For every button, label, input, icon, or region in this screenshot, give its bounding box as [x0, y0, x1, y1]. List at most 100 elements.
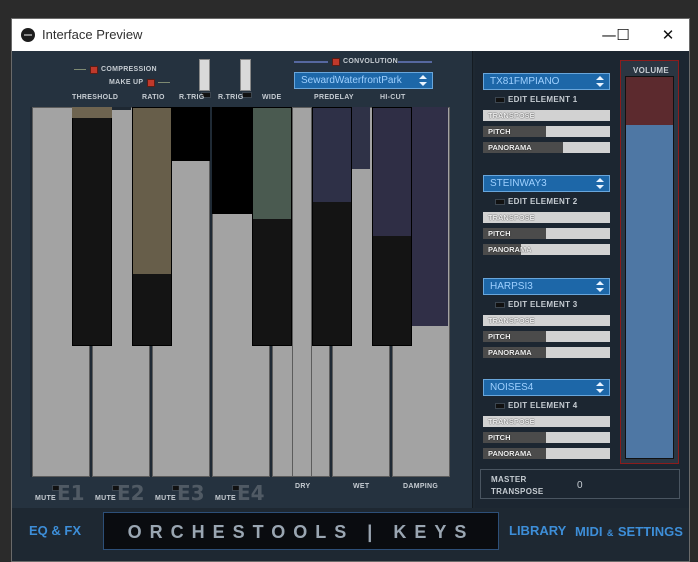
element-2-pitch[interactable]: PITCH: [483, 228, 610, 239]
convolution-preset-value: SewardWaterfrontPark: [301, 75, 402, 86]
element-4-pitch[interactable]: PITCH: [483, 432, 610, 443]
element-3-panorama-label: PANORAMA: [488, 348, 532, 357]
elements-panel: TX81FMPIANO EDIT ELEMENT 1 TRANSPOSE PIT…: [475, 51, 689, 508]
element-3-pitch-label: PITCH: [488, 332, 511, 341]
element-3-edit-toggle[interactable]: [495, 302, 505, 308]
element-4-transpose-label: TRANSPOSE: [488, 417, 535, 426]
volume-headroom: [626, 77, 673, 125]
convolution-label: CONVOLUTION: [343, 58, 399, 65]
element-3-panorama[interactable]: PANORAMA: [483, 347, 610, 358]
hicut-label: HI-CUT: [380, 94, 406, 101]
window-title: Interface Preview: [42, 27, 143, 42]
wide-fill: [253, 108, 291, 219]
select-arrows-icon: [596, 382, 604, 393]
convolution-led[interactable]: [332, 58, 340, 66]
compression-led[interactable]: [90, 66, 98, 74]
damping-fill: [412, 107, 448, 326]
element-3-preset-select[interactable]: HARPSI3: [483, 278, 610, 295]
element-2-panorama-label: PANORAMA: [488, 245, 532, 254]
element-3-transpose[interactable]: TRANSPOSE: [483, 315, 610, 326]
select-arrows-icon: [596, 76, 604, 87]
ratio-label: RATIO: [142, 94, 165, 101]
midi-settings-tab[interactable]: MIDI & SETTINGS: [575, 523, 683, 541]
transpose-label: TRANSPOSE: [491, 487, 544, 496]
element-4-preset-select[interactable]: NOISES4: [483, 379, 610, 396]
dry-label: DRY: [295, 483, 311, 490]
wet-label: WET: [353, 483, 370, 490]
element-1-pitch[interactable]: PITCH: [483, 126, 610, 137]
predelay-fill: [352, 107, 370, 169]
compression-label: COMPRESSION: [101, 66, 157, 73]
library-tab[interactable]: LIBRARY: [509, 523, 566, 538]
element-2-transpose-label: TRANSPOSE: [488, 213, 535, 222]
rtrig-fader-2[interactable]: [240, 59, 251, 91]
compression-line: [74, 69, 86, 70]
volume-panel: VOLUME: [620, 60, 679, 464]
mute-label-e3: MUTE: [155, 495, 177, 502]
keyboard-area: [30, 107, 450, 477]
volume-slider[interactable]: [625, 76, 674, 459]
element-2-preset-select[interactable]: STEINWAY3: [483, 175, 610, 192]
makeup-led[interactable]: [147, 79, 155, 87]
master-label: MASTER: [491, 475, 527, 484]
element-2-transpose[interactable]: TRANSPOSE: [483, 212, 610, 223]
convolution-line-left: [294, 61, 328, 63]
master-transpose-value: 0: [577, 480, 583, 491]
predelay-slider-fill: [313, 108, 351, 202]
rtrig-slider-2[interactable]: [212, 107, 252, 214]
element-3-pitch[interactable]: PITCH: [483, 331, 610, 342]
threshold-fill: [72, 107, 112, 118]
master-transpose[interactable]: MASTER TRANSPOSE 0: [480, 469, 680, 499]
maximize-button[interactable]: ☐: [608, 23, 638, 47]
element-4-edit-label: EDIT ELEMENT 4: [508, 401, 578, 410]
convolution-preset-select[interactable]: SewardWaterfrontPark: [294, 72, 433, 89]
element-1-panorama[interactable]: PANORAMA: [483, 142, 610, 153]
element-1-edit-toggle[interactable]: [495, 97, 505, 103]
ampersand-label: &: [606, 528, 614, 538]
app-icon: [21, 28, 35, 42]
rtrig-label-1: R.TRIG: [179, 94, 205, 101]
select-arrows-icon: [419, 75, 427, 86]
element-4-preset: NOISES4: [490, 382, 534, 393]
element-4-panorama-label: PANORAMA: [488, 449, 532, 458]
wide-label: WIDE: [262, 94, 282, 101]
makeup-line: [158, 82, 170, 83]
rtrig-fader-1[interactable]: [199, 59, 210, 91]
element-2-preset: STEINWAY3: [490, 178, 547, 189]
element-1-transpose[interactable]: TRANSPOSE: [483, 110, 610, 121]
threshold-slider[interactable]: [72, 107, 112, 346]
rtrig-slider-1[interactable]: [172, 107, 210, 161]
element-4-transpose[interactable]: TRANSPOSE: [483, 416, 610, 427]
element-2-edit-label: EDIT ELEMENT 2: [508, 197, 578, 206]
select-arrows-icon: [596, 178, 604, 189]
element-3-preset: HARPSI3: [490, 281, 533, 292]
eq-fx-tab[interactable]: EQ & FX: [29, 523, 81, 538]
midi-label: MIDI: [575, 524, 603, 539]
element-1-transpose-label: TRANSPOSE: [488, 111, 535, 120]
element-4-panorama[interactable]: PANORAMA: [483, 448, 610, 459]
logo-bar: ORCHESTOOLS | KEYS: [103, 512, 499, 550]
close-button[interactable]: ✕: [653, 23, 683, 47]
orchestools-logo: ORCHESTOOLS | KEYS: [127, 522, 475, 542]
select-arrows-icon: [596, 281, 604, 292]
plugin-content: COMPRESSION MAKE UP CONVOLUTION SewardWa…: [12, 51, 689, 561]
element-2-panorama[interactable]: PANORAMA: [483, 244, 610, 255]
white-key-5-highlight: [292, 107, 312, 477]
predelay-label: PREDELAY: [314, 94, 354, 101]
element-1-edit-label: EDIT ELEMENT 1: [508, 95, 578, 104]
element-1-preset-select[interactable]: TX81FMPIANO: [483, 73, 610, 90]
mute-label-e1: MUTE: [35, 495, 57, 502]
element-2-edit-toggle[interactable]: [495, 199, 505, 205]
mute-label-e4: MUTE: [215, 495, 237, 502]
element-4-edit-toggle[interactable]: [495, 403, 505, 409]
note-label-e1: E1: [57, 481, 85, 505]
element-2-pitch-label: PITCH: [488, 229, 511, 238]
element-1-preset: TX81FMPIANO: [490, 76, 560, 87]
key-gap-1: [111, 107, 131, 110]
title-bar: Interface Preview — ☐ ✕: [12, 19, 689, 51]
element-4-pitch-label: PITCH: [488, 433, 511, 442]
makeup-label: MAKE UP: [109, 79, 144, 86]
bottom-nav: EQ & FX ORCHESTOOLS | KEYS LIBRARY MIDI …: [12, 511, 689, 561]
mute-label-e2: MUTE: [95, 495, 117, 502]
element-1-pitch-label: PITCH: [488, 127, 511, 136]
